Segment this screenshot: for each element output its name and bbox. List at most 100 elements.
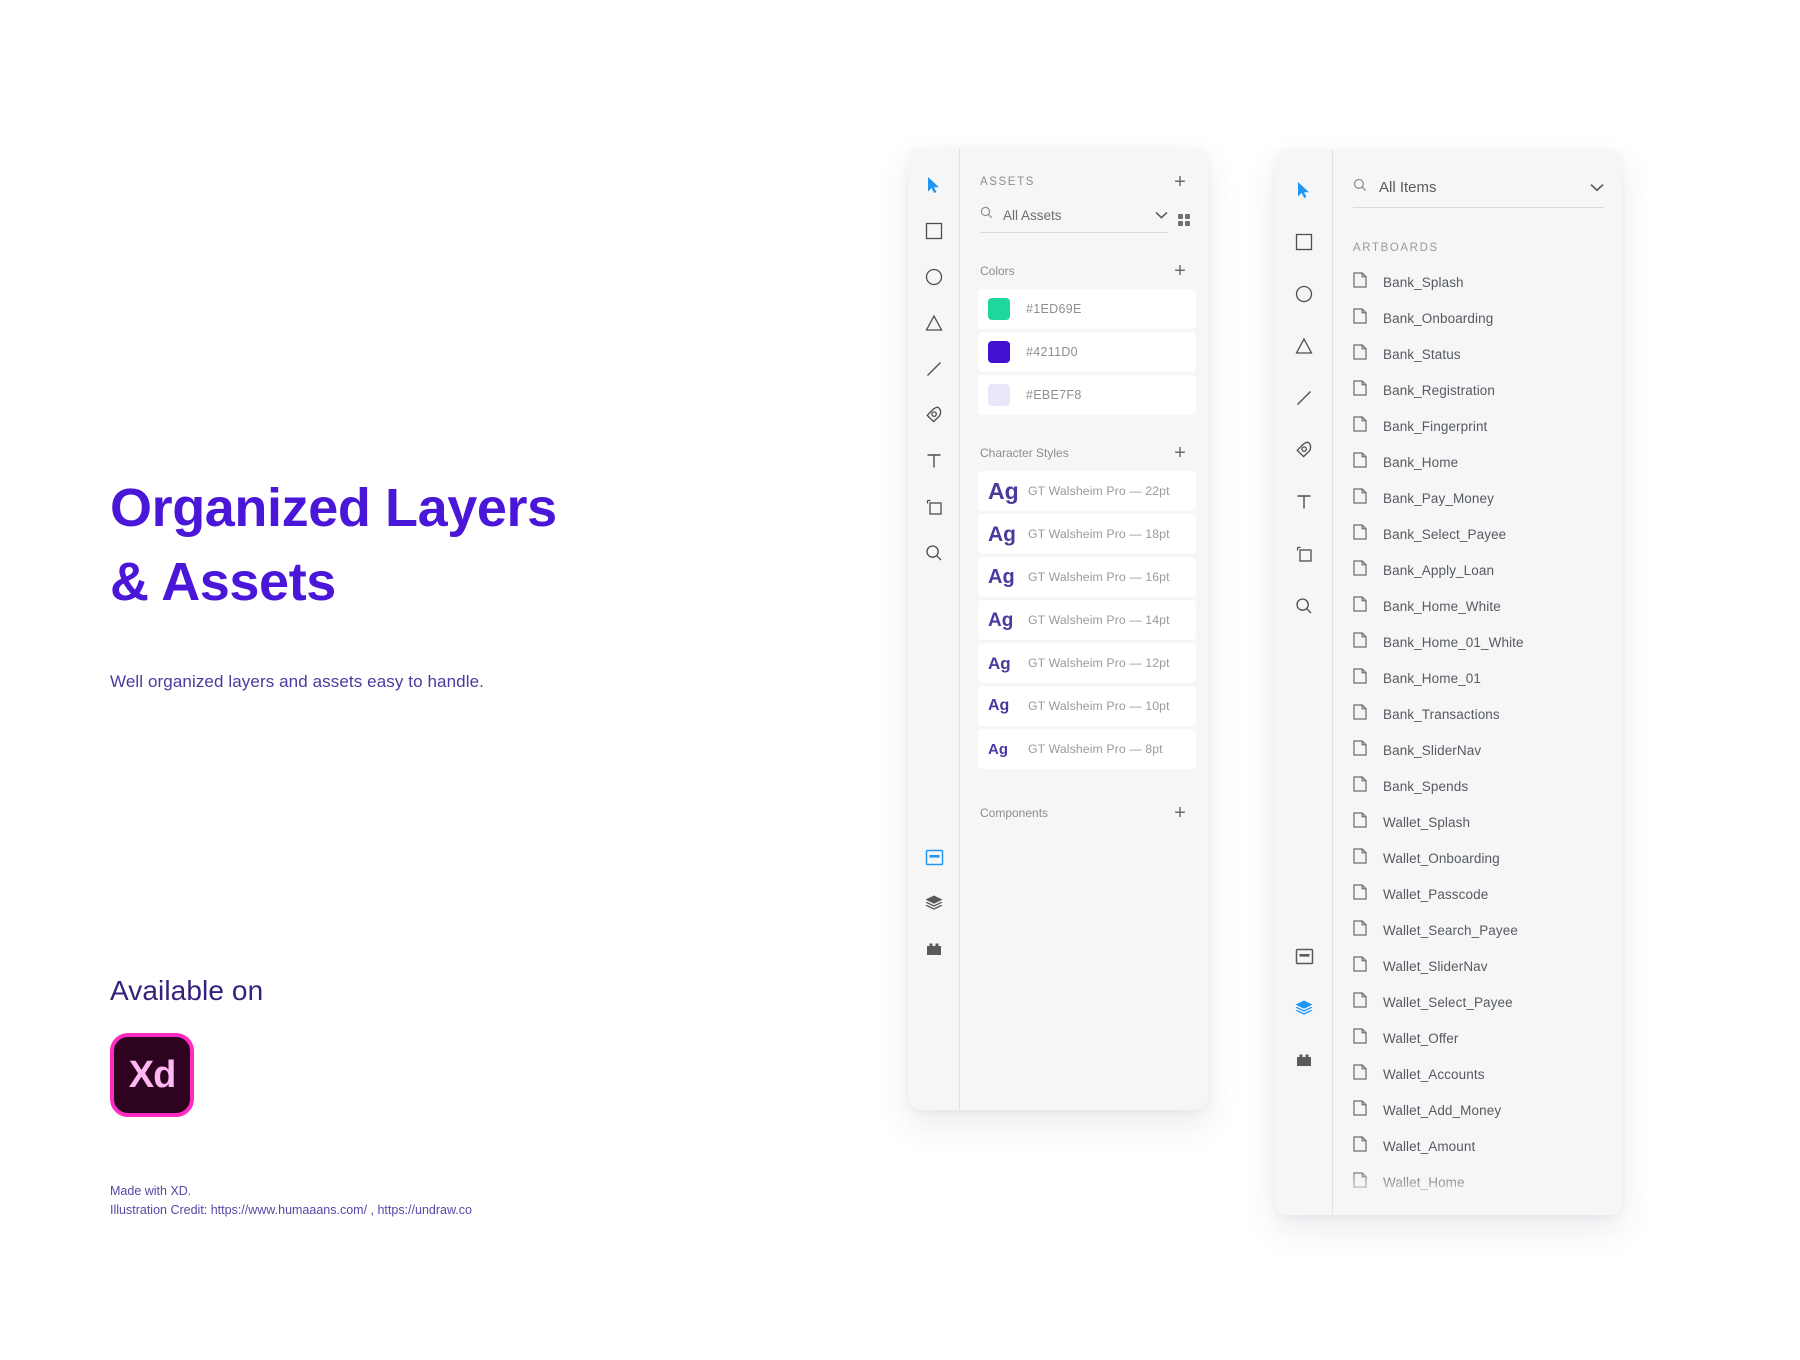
artboard-name-label: Wallet_Passcode: [1383, 887, 1488, 902]
document-icon: [1353, 776, 1367, 797]
rectangle-tool[interactable]: [1275, 216, 1333, 268]
artboard-list-item[interactable]: Bank_Home: [1353, 444, 1612, 480]
artboard-list-item[interactable]: Bank_Transactions: [1353, 696, 1612, 732]
artboard-list-item[interactable]: Bank_Home_01: [1353, 660, 1612, 696]
colors-section-label: Colors: [980, 264, 1015, 278]
character-style-label: GT Walsheim Pro — 22pt: [1028, 484, 1170, 498]
artboard-name-label: Bank_Apply_Loan: [1383, 563, 1494, 578]
ellipse-tool[interactable]: [1275, 268, 1333, 320]
document-icon: [1353, 920, 1367, 941]
artboard-list-item[interactable]: Bank_Home_01_White: [1353, 624, 1612, 660]
character-style-sample: Ag: [988, 655, 1014, 672]
artboard-list-item[interactable]: Wallet_Add_Money: [1353, 1092, 1612, 1128]
color-swatch[interactable]: [988, 341, 1010, 363]
line-tool[interactable]: [908, 346, 960, 392]
line-tool[interactable]: [1275, 372, 1333, 424]
document-icon: [1353, 380, 1367, 401]
chevron-down-icon[interactable]: [1590, 179, 1604, 197]
add-component-button[interactable]: +: [1170, 803, 1190, 823]
text-tool[interactable]: [908, 438, 960, 484]
artboard-list-item[interactable]: Wallet_Accounts: [1353, 1056, 1612, 1092]
assets-panel-toggle[interactable]: [908, 834, 960, 880]
polygon-tool[interactable]: [908, 300, 960, 346]
color-swatch[interactable]: [988, 298, 1010, 320]
select-tool[interactable]: [1275, 164, 1333, 216]
color-asset-row[interactable]: #EBE7F8: [978, 375, 1196, 415]
pen-tool[interactable]: [1275, 424, 1333, 476]
artboard-list-item[interactable]: Wallet_Onboarding: [1353, 840, 1612, 876]
artboard-list-item[interactable]: Wallet_Splash: [1353, 804, 1612, 840]
colors-list: #1ED69E #4211D0 #EBE7F8: [960, 289, 1208, 415]
assets-panel-toggle[interactable]: [1275, 930, 1333, 982]
components-section-header: Components +: [960, 803, 1208, 823]
chevron-down-icon[interactable]: [1155, 206, 1168, 224]
color-swatch[interactable]: [988, 384, 1010, 406]
artboard-list-item[interactable]: Bank_Status: [1353, 336, 1612, 372]
character-style-row[interactable]: AgGT Walsheim Pro — 12pt: [978, 643, 1196, 683]
color-hex-label: #4211D0: [1026, 345, 1078, 359]
artboard-list-item[interactable]: Bank_Onboarding: [1353, 300, 1612, 336]
assets-panel-window: ASSETS + All Assets Colors +: [908, 148, 1208, 1110]
layers-search-field[interactable]: All Items: [1353, 178, 1604, 208]
document-icon: [1353, 416, 1367, 437]
artboard-tool[interactable]: [908, 484, 960, 530]
adobe-xd-logo-label: Xd: [129, 1056, 176, 1094]
artboard-list-item[interactable]: Bank_Fingerprint: [1353, 408, 1612, 444]
character-style-label: GT Walsheim Pro — 10pt: [1028, 699, 1170, 713]
artboard-list-item[interactable]: Wallet_Offer: [1353, 1020, 1612, 1056]
add-color-button[interactable]: +: [1170, 261, 1190, 281]
character-style-row[interactable]: AgGT Walsheim Pro — 16pt: [978, 557, 1196, 597]
layers-panel-toggle[interactable]: [908, 880, 960, 926]
layers-search-input[interactable]: All Items: [1379, 179, 1578, 196]
artboard-list-item[interactable]: Bank_Pay_Money: [1353, 480, 1612, 516]
artboard-name-label: Bank_Pay_Money: [1383, 491, 1494, 506]
artboard-list-item[interactable]: Wallet_SliderNav: [1353, 948, 1612, 984]
pen-tool[interactable]: [908, 392, 960, 438]
artboard-name-label: Wallet_Search_Payee: [1383, 923, 1518, 938]
plugins-panel-toggle[interactable]: [1275, 1034, 1333, 1086]
text-tool[interactable]: [1275, 476, 1333, 528]
ellipse-tool[interactable]: [908, 254, 960, 300]
artboard-tool[interactable]: [1275, 528, 1333, 580]
zoom-tool[interactable]: [1275, 580, 1333, 632]
artboard-name-label: Wallet_SliderNav: [1383, 959, 1488, 974]
layers-panel-toolbar-bottom: [1275, 930, 1333, 1086]
character-style-row[interactable]: AgGT Walsheim Pro — 22pt: [978, 471, 1196, 511]
layers-panel-toolbar: [1275, 150, 1333, 1215]
layers-panel-toggle[interactable]: [1275, 982, 1333, 1034]
select-tool[interactable]: [908, 162, 960, 208]
rectangle-tool[interactable]: [908, 208, 960, 254]
document-icon: [1353, 596, 1367, 617]
character-style-row[interactable]: AgGT Walsheim Pro — 10pt: [978, 686, 1196, 726]
character-style-row[interactable]: AgGT Walsheim Pro — 8pt: [978, 729, 1196, 769]
artboard-list-item[interactable]: Bank_Registration: [1353, 372, 1612, 408]
character-style-row[interactable]: AgGT Walsheim Pro — 14pt: [978, 600, 1196, 640]
artboard-list-item[interactable]: Bank_Select_Payee: [1353, 516, 1612, 552]
artboard-list-item[interactable]: Bank_Spends: [1353, 768, 1612, 804]
artboard-list-item[interactable]: Wallet_Search_Payee: [1353, 912, 1612, 948]
artboard-list-item[interactable]: Wallet_Passcode: [1353, 876, 1612, 912]
add-asset-button[interactable]: +: [1170, 172, 1190, 192]
artboard-list-item[interactable]: Wallet_Home: [1353, 1164, 1612, 1200]
document-icon: [1353, 668, 1367, 689]
page-subtitle: Well organized layers and assets easy to…: [110, 672, 710, 692]
artboard-list-item[interactable]: Bank_Home_White: [1353, 588, 1612, 624]
artboard-list-item[interactable]: Wallet_Select_Payee: [1353, 984, 1612, 1020]
zoom-tool[interactable]: [908, 530, 960, 576]
grid-view-icon[interactable]: [1178, 214, 1190, 226]
color-asset-row[interactable]: #1ED69E: [978, 289, 1196, 329]
artboard-list-item[interactable]: Wallet_Amount: [1353, 1128, 1612, 1164]
artboard-list-item[interactable]: Bank_SliderNav: [1353, 732, 1612, 768]
colors-section-header: Colors +: [960, 261, 1208, 281]
assets-panel-toolbar-bottom: [908, 834, 960, 972]
polygon-tool[interactable]: [1275, 320, 1333, 372]
artboard-list-item[interactable]: Bank_Splash: [1353, 264, 1612, 300]
add-character-style-button[interactable]: +: [1170, 443, 1190, 463]
assets-search-input[interactable]: All Assets: [1003, 208, 1145, 223]
plugins-panel-toggle[interactable]: [908, 926, 960, 972]
artboard-list-item[interactable]: Bank_Apply_Loan: [1353, 552, 1612, 588]
assets-search-field[interactable]: All Assets: [980, 206, 1168, 233]
color-asset-row[interactable]: #4211D0: [978, 332, 1196, 372]
document-icon: [1353, 452, 1367, 473]
character-style-row[interactable]: AgGT Walsheim Pro — 18pt: [978, 514, 1196, 554]
